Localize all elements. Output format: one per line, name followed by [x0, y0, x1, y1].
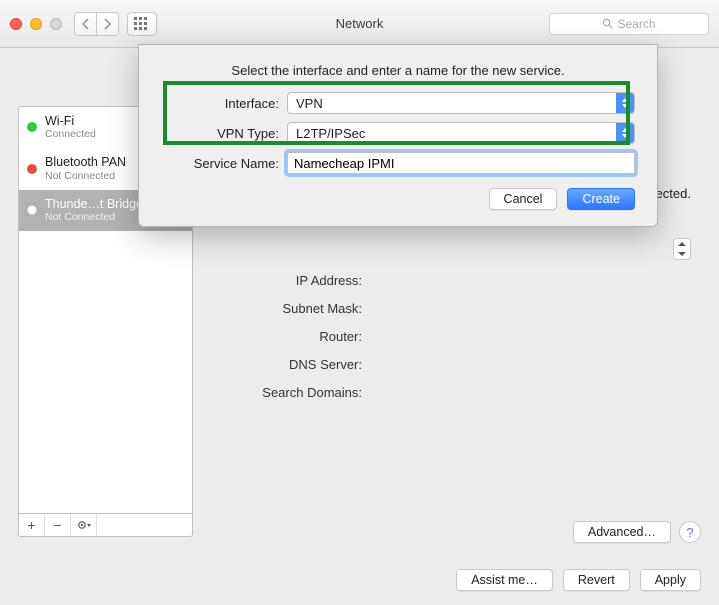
revert-button[interactable]: Revert — [563, 569, 630, 591]
gear-icon — [76, 519, 92, 531]
status-dot-icon — [27, 122, 37, 132]
vpn-type-value: L2TP/IPSec — [296, 126, 365, 141]
forward-button[interactable] — [96, 12, 119, 36]
row-service-name: Service Name: — [161, 152, 635, 174]
footer: Assist me… Revert Apply — [0, 555, 719, 605]
zoom-window-button[interactable] — [50, 18, 62, 30]
add-service-button[interactable]: + — [19, 514, 45, 536]
chevron-right-icon — [103, 18, 112, 30]
label-subnet-mask: Subnet Mask: — [207, 301, 362, 316]
row-ip-address: IP Address: — [207, 266, 701, 294]
advanced-button[interactable]: Advanced… — [573, 521, 671, 543]
sidebar-item-name: Thunde…t Bridge — [45, 197, 143, 211]
chevron-left-icon — [81, 18, 90, 30]
label-search-domains: Search Domains: — [207, 385, 362, 400]
back-button[interactable] — [74, 12, 96, 36]
window-controls — [10, 18, 62, 30]
location-stepper-wrap — [673, 238, 691, 260]
label-service-name: Service Name: — [161, 156, 279, 171]
chevron-updown-icon — [616, 93, 634, 113]
row-router: Router: — [207, 322, 701, 350]
cancel-button[interactable]: Cancel — [489, 188, 558, 210]
new-service-sheet: Select the interface and enter a name fo… — [138, 44, 658, 227]
label-ip-address: IP Address: — [207, 273, 362, 288]
close-window-button[interactable] — [10, 18, 22, 30]
nav-segment — [74, 12, 119, 36]
create-button[interactable]: Create — [567, 188, 635, 210]
search-placeholder: Search — [617, 17, 655, 31]
row-subnet-mask: Subnet Mask: — [207, 294, 701, 322]
advanced-row: Advanced… ? — [573, 521, 701, 543]
remove-service-button[interactable]: − — [45, 514, 71, 536]
label-interface: Interface: — [161, 96, 279, 111]
service-name-input[interactable] — [287, 152, 635, 174]
stepper[interactable] — [673, 238, 691, 260]
help-button[interactable]: ? — [679, 521, 701, 543]
row-interface: Interface: VPN — [161, 92, 635, 114]
sidebar-item-status: Connected — [45, 128, 96, 140]
assist-me-button[interactable]: Assist me… — [456, 569, 553, 591]
sidebar-item-text: Bluetooth PAN Not Connected — [45, 155, 126, 181]
sidebar-item-name: Wi-Fi — [45, 114, 96, 128]
label-dns-server: DNS Server: — [207, 357, 362, 372]
row-dns-server: DNS Server: — [207, 350, 701, 378]
chevron-updown-icon — [616, 123, 634, 143]
sidebar-item-text: Wi-Fi Connected — [45, 114, 96, 140]
interface-popup[interactable]: VPN — [287, 92, 635, 114]
row-vpn-type: VPN Type: L2TP/IPSec — [161, 122, 635, 144]
sidebar-item-name: Bluetooth PAN — [45, 155, 126, 169]
sidebar-item-status: Not Connected — [45, 170, 126, 182]
interface-value: VPN — [296, 96, 323, 111]
vpn-type-popup[interactable]: L2TP/IPSec — [287, 122, 635, 144]
sheet-buttons: Cancel Create — [161, 188, 635, 210]
search-icon — [602, 18, 613, 29]
apply-button[interactable]: Apply — [640, 569, 701, 591]
search-wrap: Search — [549, 13, 709, 35]
status-dot-icon — [27, 164, 37, 174]
minimize-window-button[interactable] — [30, 18, 42, 30]
status-dot-icon — [27, 205, 37, 215]
toolbar: Network Search — [0, 0, 719, 48]
sidebar-item-text: Thunde…t Bridge Not Connected — [45, 197, 143, 223]
search-input[interactable]: Search — [549, 13, 709, 35]
label-router: Router: — [207, 329, 362, 344]
service-options-button[interactable] — [71, 514, 97, 536]
sidebar-footer: + − — [18, 514, 193, 537]
show-all-button[interactable] — [127, 12, 157, 36]
label-vpn-type: VPN Type: — [161, 126, 279, 141]
grid-icon — [134, 17, 150, 31]
sheet-title: Select the interface and enter a name fo… — [161, 63, 635, 78]
sidebar-item-status: Not Connected — [45, 211, 143, 223]
property-rows: IP Address: Subnet Mask: Router: DNS Ser… — [207, 266, 701, 406]
row-search-domains: Search Domains: — [207, 378, 701, 406]
